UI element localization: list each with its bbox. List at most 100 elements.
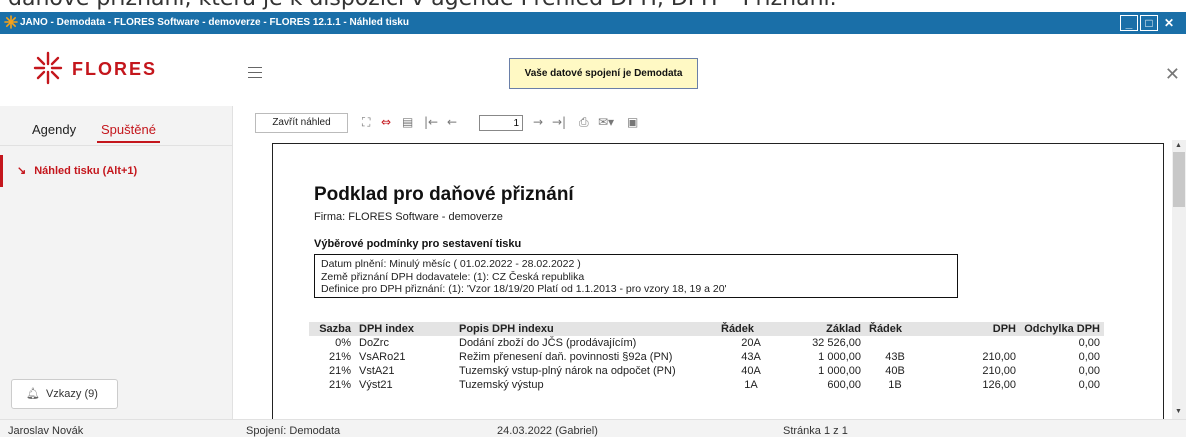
- page-number-input[interactable]: [479, 115, 523, 131]
- document-page: Podklad pro daňové přiznání Firma: FLORE…: [272, 143, 1164, 419]
- tab-spustene[interactable]: Spuštěné: [97, 122, 160, 143]
- email-icon[interactable]: ✉▾: [598, 115, 614, 129]
- messages-label: Vzkazy (9): [45, 388, 98, 400]
- column-header: Popis DPH indexu: [455, 322, 717, 336]
- column-header: Odchylka DPH: [1020, 322, 1104, 336]
- column-header: Základ: [785, 322, 865, 336]
- arrow-down-right-icon: ↘: [17, 165, 27, 177]
- logo-text: FLORES: [72, 59, 157, 79]
- running-item-label: Náhled tisku (Alt+1): [34, 165, 138, 177]
- window-titlebar: JANO - Demodata - FLORES Software - demo…: [0, 12, 1186, 34]
- table-row: 21% VstA21 Tuzemský vstup-plný nárok na …: [309, 364, 1104, 378]
- sidebar: Agendy Spuštěné ↘ Náhled tisku (Alt+1) 🔔︎…: [0, 106, 233, 419]
- connection-notice: Vaše datové spojení je Demodata: [509, 58, 698, 89]
- table-cell: VstA21: [359, 365, 395, 377]
- prev-page-icon[interactable]: ←: [447, 115, 457, 129]
- scroll-up-icon[interactable]: ▲: [1175, 142, 1182, 149]
- column-header: Řádek: [717, 322, 785, 336]
- table-row: 21% VsARo21 Režim přenesení daň. povinno…: [309, 350, 1104, 364]
- status-connection: Spojení: Demodata: [246, 425, 341, 437]
- table-cell: Dodání zboží do JČS (prodávajícím): [459, 337, 637, 349]
- table-cell: 1 000,00: [818, 365, 861, 377]
- table-cell: Výst21: [359, 379, 393, 391]
- conditions-box: Datum plnění: Minulý měsíc ( 01.02.2022 …: [314, 254, 958, 298]
- scroll-down-icon[interactable]: ▼: [1175, 408, 1182, 415]
- running-item-print-preview[interactable]: ↘ Náhled tisku (Alt+1): [0, 155, 233, 187]
- table-cell: 0%: [335, 337, 351, 349]
- maximize-button[interactable]: □: [1140, 15, 1158, 31]
- table-cell: [865, 336, 925, 350]
- condition-line: Definice pro DPH přiznání: (1): 'Vzor 18…: [321, 283, 727, 295]
- table-cell: 21%: [328, 365, 351, 377]
- table-cell: 20A: [741, 337, 761, 349]
- tab-agendy[interactable]: Agendy: [32, 122, 76, 137]
- table-cell: 0,00: [1078, 337, 1100, 349]
- conditions-title: Výběrové podmínky pro sestavení tisku: [314, 238, 522, 250]
- bell-icon: 🔔︎: [26, 388, 40, 400]
- table-cell: 1 000,00: [818, 351, 861, 363]
- column-header: Řádek: [865, 322, 925, 336]
- table-cell: 43B: [885, 351, 905, 363]
- print-icon[interactable]: ⎙: [579, 115, 589, 129]
- table-cell: VsARo21: [359, 351, 406, 363]
- last-page-icon[interactable]: →|: [552, 115, 566, 129]
- table-row: 0% DoZrc Dodání zboží do JČS (prodávajíc…: [309, 336, 1104, 350]
- banner-text: daňové přiznání, která je k dispozici v …: [8, 0, 837, 11]
- table-cell: 0,00: [1078, 351, 1100, 363]
- save-icon[interactable]: ▣: [627, 115, 638, 129]
- preview-area: Podklad pro daňové přiznání Firma: FLORE…: [234, 140, 1186, 419]
- condition-line: Datum plnění: Minulý měsíc ( 01.02.2022 …: [321, 258, 581, 270]
- table-cell: 0,00: [1078, 365, 1100, 377]
- dph-table: Sazba DPH index Popis DPH indexu Řádek Z…: [309, 322, 1104, 392]
- document-title: Podklad pro daňové přiznání: [314, 184, 574, 205]
- table-row: 21% Výst21 Tuzemský výstup 1A 600,00 1B …: [309, 378, 1104, 392]
- table-cell: 40A: [741, 365, 761, 377]
- status-page: Stránka 1 z 1: [783, 425, 848, 437]
- table-cell: 600,00: [827, 379, 861, 391]
- cropped-banner: daňové přiznání, která je k dispozici v …: [0, 0, 1186, 12]
- preview-toolbar: Zavřít náhled ⛶ ⇔ ▤ |← ← → →| ⎙ ✉▾ ▣: [234, 106, 1186, 140]
- table-cell: 1A: [744, 379, 758, 391]
- table-cell: 1B: [888, 379, 902, 391]
- flores-logo: FLORES: [33, 51, 157, 85]
- close-icon[interactable]: ✕: [1165, 64, 1180, 85]
- window-close-button[interactable]: ✕: [1160, 15, 1178, 31]
- table-cell: 210,00: [982, 365, 1016, 377]
- table-cell: 43A: [741, 351, 761, 363]
- window-title: JANO - Demodata - FLORES Software - demo…: [20, 17, 409, 28]
- app-header: FLORES Vaše datové spojení je Demodata ✕: [0, 34, 1186, 106]
- fullscreen-icon[interactable]: ⛶: [362, 115, 370, 129]
- status-bar: Jaroslav Novák Spojení: Demodata 24.03.2…: [0, 419, 1186, 437]
- first-page-icon[interactable]: |←: [424, 115, 438, 129]
- table-cell: 40B: [885, 365, 905, 377]
- table-cell: 21%: [328, 351, 351, 363]
- table-cell: Tuzemský vstup-plný nárok na odpočet (PN…: [459, 365, 676, 377]
- flores-app-icon: [4, 15, 18, 29]
- column-header: DPH index: [355, 322, 455, 336]
- fit-width-icon[interactable]: ⇔: [381, 115, 391, 129]
- document-firm: Firma: FLORES Software - demoverze: [314, 211, 503, 223]
- status-date: 24.03.2022 (Gabriel): [497, 425, 598, 437]
- table-cell: Režim přenesení daň. povinnosti §92a (PN…: [459, 351, 673, 363]
- column-header: Sazba: [309, 322, 355, 336]
- table-cell: DoZrc: [359, 337, 389, 349]
- status-user: Jaroslav Novák: [8, 425, 84, 437]
- next-page-icon[interactable]: →: [533, 115, 543, 129]
- minimize-button[interactable]: _: [1120, 15, 1138, 31]
- messages-button[interactable]: 🔔︎ Vzkazy (9): [11, 379, 118, 409]
- condition-line: Země přiznání DPH dodavatele: (1): CZ Če…: [321, 270, 585, 283]
- table-cell: 32 526,00: [812, 337, 861, 349]
- table-header-row: Sazba DPH index Popis DPH indexu Řádek Z…: [309, 322, 1104, 336]
- table-cell: [925, 336, 1020, 350]
- close-preview-button[interactable]: Zavřít náhled: [255, 113, 348, 133]
- table-cell: 126,00: [982, 379, 1016, 391]
- scrollbar-thumb[interactable]: [1173, 152, 1185, 207]
- sidebar-tabs: Agendy Spuštěné: [0, 106, 233, 146]
- table-cell: 21%: [328, 379, 351, 391]
- one-page-icon[interactable]: ▤: [402, 115, 413, 129]
- vertical-scrollbar[interactable]: ▲ ▼: [1172, 140, 1186, 419]
- column-header: DPH: [925, 322, 1020, 336]
- table-cell: 0,00: [1078, 379, 1100, 391]
- table-cell: 210,00: [982, 351, 1016, 363]
- hamburger-icon[interactable]: [248, 67, 262, 78]
